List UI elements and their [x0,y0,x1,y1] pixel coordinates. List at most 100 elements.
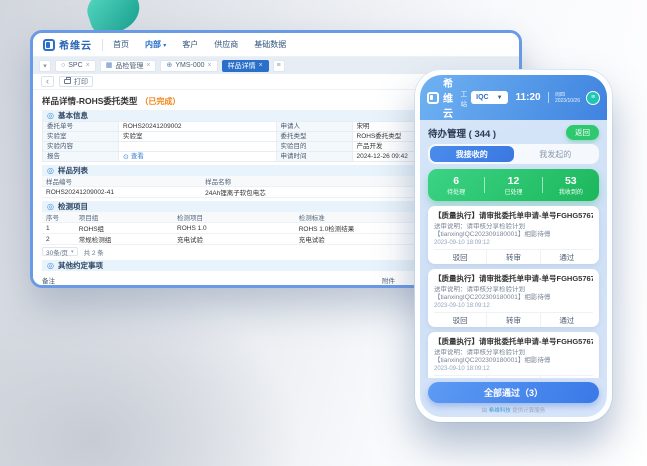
nav-item-home[interactable]: 首页 [113,39,129,50]
close-icon[interactable]: × [259,62,263,69]
back-button[interactable]: ‹ [41,76,54,87]
card-timestamp: 2023-09-10 18:09:12 [434,366,593,372]
column-header: 项目组 [75,212,173,223]
todo-card-list: 【质量执行】请审批委托单申请-单号FGHG5767688 送审说明：请审核分享检… [420,205,607,378]
phone-mockup: 希维云 工站 IQC ▼ 11:20 周四 2023/10/26 ≡ 待办管理 … [415,70,612,422]
phone-footer: 由 希维科技 提供计算服务 [428,406,599,414]
card-title: 【质量执行】请审批委托单申请-单号FGHG5767688 [434,210,593,221]
stats-bar: 6待处理 12已处理 53我收到的 [428,169,599,201]
reject-button[interactable]: 驳回 [434,250,486,264]
reject-button[interactable]: 驳回 [434,313,486,327]
column-header: 检测标准 [295,212,421,223]
gauge-icon: ⊕ [166,62,172,69]
card-description: 送审说明：请审核分享检验计划【tianxingIQC202309180001】相… [434,286,593,302]
stat-received-total[interactable]: 53我收到的 [543,175,599,196]
card-description: 送审说明：请审核分享检验计划【tianxingIQC202309180001】相… [434,349,593,365]
todo-page-title: 待办管理 ( 344 ) [428,126,496,140]
tab-list-dropdown-button[interactable]: ▾ [39,60,51,72]
nav-item-internal[interactable]: 内部 ▾ [145,39,166,50]
close-icon[interactable]: × [146,62,150,69]
chevron-down-icon: ▾ [163,43,166,49]
field-label: 委托单号 [43,122,119,132]
brand-name: 希维云 [59,37,92,52]
approve-button[interactable]: 通过 [540,313,593,327]
close-icon[interactable]: × [208,62,212,69]
field-value: ROHS20241209002 [119,122,277,132]
cell: 常规检测组 [75,234,173,245]
column-header: 样品名称 [201,176,416,187]
nav-item-supplier[interactable]: 供应商 [214,39,238,50]
card-title: 【质量执行】请审批委托单申请-单号FGHG5767688 [434,336,593,347]
close-icon[interactable]: × [86,62,90,69]
approve-button[interactable]: 通过 [540,250,593,264]
tab-initiated[interactable]: 我发起的 [514,146,598,162]
gear-icon: ◎ [47,112,54,120]
column-header: 样品编号 [42,176,201,187]
card-timestamp: 2023-09-10 18:09:12 [434,303,593,309]
cell: 2 [42,234,75,245]
stat-pending[interactable]: 6待处理 [428,175,484,196]
field-label: 实验室 [43,132,119,142]
page-size-select[interactable]: 30条/页 ▾ [42,247,78,256]
nav-item-basic-data[interactable]: 基础数据 [254,39,286,50]
footer-brand: 希维科技 [489,408,511,414]
cell: ROHS 1.0检测结果 [295,223,421,234]
column-header: 序号 [42,212,75,223]
stat-processed[interactable]: 12已处理 [485,175,541,196]
forward-button[interactable]: 转审 [486,313,539,327]
card-title: 【质量执行】请审批委托单申请-单号FGHG5767688 [434,273,593,284]
return-button[interactable]: 返回 [566,125,599,140]
phone-bottom-bar: 全部通过（3） 由 希维科技 提供计算服务 [420,378,607,417]
tab-received[interactable]: 我接收的 [430,146,514,162]
tab-more-button[interactable]: ≡ [273,60,285,72]
field-value: 实验室 [119,132,277,142]
approve-all-button[interactable]: 全部通过（3） [428,382,599,403]
cell: 1 [42,223,75,234]
tab-sample-detail[interactable]: 样品详情 × [222,60,269,72]
phone-subheader: 待办管理 ( 344 ) 返回 [420,120,607,144]
gear-icon: ◎ [47,262,54,270]
chevron-down-icon: ▾ [71,249,74,255]
tab-inspection-mgmt[interactable]: ▦ 品检管理 × [100,60,157,72]
sample-name: 24Ah锂离子软包电芯 [201,187,416,198]
background-blob [0,276,300,466]
field-label: 申请时间 [277,152,353,162]
cell: ROHS组 [75,223,173,234]
circle-icon: ○ [61,62,65,69]
field-value [119,142,277,152]
total-count: 共 2 条 [84,247,104,257]
date-display: 周四 2023/10/26 [555,92,580,104]
station-label: 工站 [461,88,468,108]
phone-header: 希维云 工站 IQC ▼ 11:20 周四 2023/10/26 ≡ [420,75,607,120]
eye-icon: ⊙ [123,154,129,161]
tab-spc[interactable]: ○ SPC × [55,60,96,72]
view-report-link[interactable]: ⊙查看 [123,152,144,162]
field-label: 报告 [43,152,119,162]
forward-button[interactable]: 转审 [486,250,539,264]
todo-card[interactable]: 【质量执行】请审批委托单申请-单号FGHG5767688 送审说明：请审核分享检… [428,269,599,327]
user-avatar[interactable]: ≡ [586,91,600,105]
status-badge: （已完成） [140,97,180,106]
tab-yms[interactable]: ⊕ YMS-000 × [160,60,217,72]
nav-item-customer[interactable]: 客户 [182,39,198,50]
card-description: 送审说明：请审核分享检验计划【tianxingIQC202309180001】相… [434,223,593,239]
clock-time: 11:20 [516,92,541,103]
sample-code: ROHS20241209002-41 [42,187,201,198]
field-label: 委托类型 [277,132,353,142]
column-header: 检测项目 [173,212,295,223]
print-button[interactable]: 打印 [59,76,93,87]
field-label: 实验内容 [43,142,119,152]
station-select[interactable]: IQC ▼ [471,91,507,104]
todo-card[interactable]: 【质量执行】请审批委托单申请-单号FGHG5767688 送审说明：请审核分享检… [428,332,599,378]
card-timestamp: 2023-09-10 18:09:12 [434,240,593,246]
field-label: 申请人 [277,122,353,132]
todo-tabs: 我接收的 我发起的 [428,144,599,164]
field-label: 实验目的 [277,142,353,152]
cell: 充电试验 [173,234,295,245]
printer-icon [64,79,71,84]
brand-logo-icon [427,92,439,104]
chevron-down-icon: ▼ [497,95,503,101]
grid-icon: ▦ [106,62,113,69]
todo-card[interactable]: 【质量执行】请审批委托单申请-单号FGHG5767688 送审说明：请审核分享检… [428,206,599,264]
cell: 充电试验 [295,234,421,245]
